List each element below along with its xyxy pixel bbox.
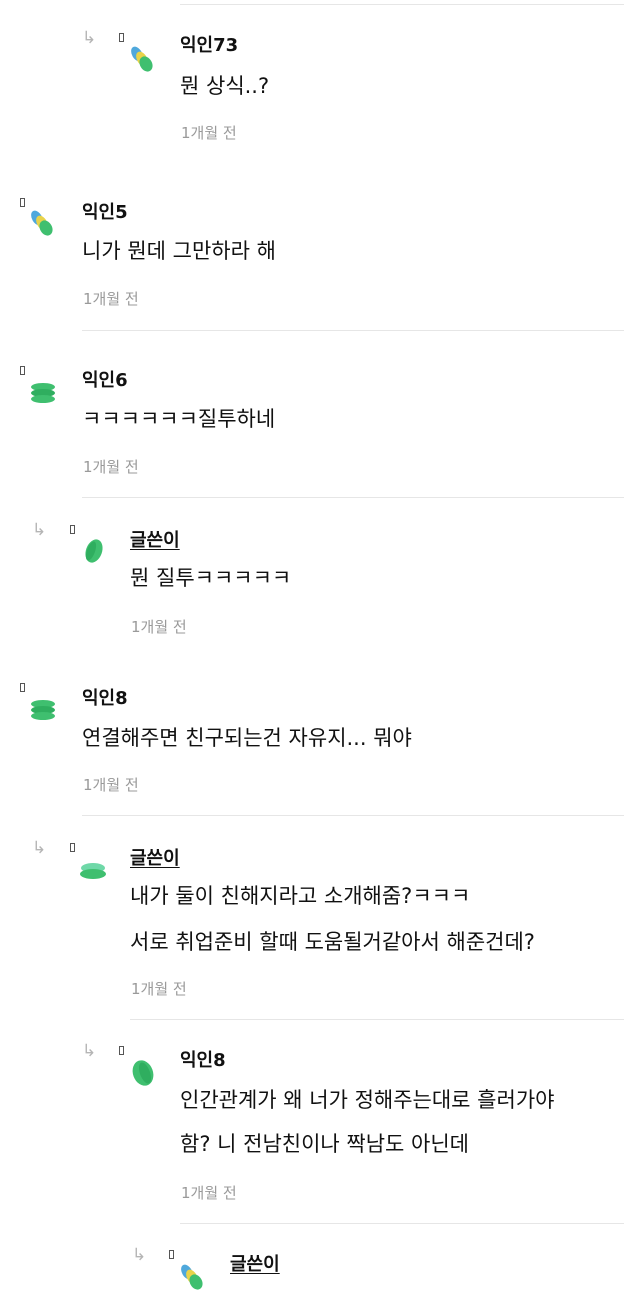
avatar (128, 1058, 158, 1088)
author-name[interactable]: 익인73 (180, 31, 238, 57)
avatar (80, 536, 110, 566)
comment-text: 서로 취업준비 할때 도움될거같아서 해준건데? (130, 930, 535, 954)
author-name[interactable]: 글쓴이 (130, 526, 180, 552)
divider (82, 497, 624, 498)
avatar (28, 695, 58, 725)
avatar (28, 208, 58, 238)
comment-text: 내가 둘이 친해지라고 소개해줌?ㅋㅋㅋ (130, 884, 471, 908)
timestamp: 1개월 전 (83, 776, 139, 794)
timestamp: 1개월 전 (83, 290, 139, 308)
author-name[interactable]: 글쓴이 (130, 844, 180, 870)
timestamp: 1개월 전 (83, 458, 139, 476)
marker-icon (70, 525, 75, 534)
marker-icon (119, 33, 124, 42)
divider (180, 1223, 624, 1224)
avatar (28, 378, 58, 408)
timestamp: 1개월 전 (131, 980, 187, 998)
divider (180, 4, 624, 5)
avatar (128, 44, 158, 74)
author-name[interactable]: 글쓴이 (230, 1250, 280, 1276)
author-name[interactable]: 익인8 (180, 1046, 226, 1072)
avatar (78, 856, 108, 886)
timestamp: 1개월 전 (181, 1184, 237, 1202)
comment-text: ㅋㅋㅋㅋㅋㅋ질투하네 (82, 407, 276, 431)
reply-arrow-icon: ↳ (82, 28, 97, 48)
comment-text: 니가 뭔데 그만하라 해 (82, 239, 276, 263)
author-name[interactable]: 익인6 (82, 366, 128, 392)
reply-arrow-icon: ↳ (32, 520, 47, 540)
divider (130, 1019, 624, 1020)
comment-text: 뭔 질투ㅋㅋㅋㅋㅋ (130, 566, 292, 590)
avatar (178, 1262, 208, 1292)
divider (0, 165, 624, 166)
author-name[interactable]: 익인5 (82, 198, 128, 224)
comment-text: 함? 니 전남친이나 짝남도 아닌데 (180, 1132, 470, 1156)
reply-arrow-icon: ↳ (82, 1041, 97, 1061)
marker-icon (20, 198, 25, 207)
marker-icon (20, 683, 25, 692)
reply-arrow-icon: ↳ (32, 838, 47, 858)
marker-icon (20, 366, 25, 375)
timestamp: 1개월 전 (181, 124, 237, 142)
reply-arrow-icon: ↳ (132, 1245, 147, 1265)
marker-icon (119, 1046, 124, 1055)
timestamp: 1개월 전 (131, 618, 187, 636)
divider (82, 815, 624, 816)
author-name[interactable]: 익인8 (82, 684, 128, 710)
divider (82, 330, 624, 331)
marker-icon (70, 843, 75, 852)
marker-icon (169, 1250, 174, 1259)
comment-text: 인간관계가 왜 너가 정해주는대로 흘러가야 (180, 1088, 555, 1112)
comment-text: 뭔 상식..? (180, 74, 270, 98)
comment-text: 연결해주면 친구되는건 자유지... 뭐야 (82, 726, 412, 750)
